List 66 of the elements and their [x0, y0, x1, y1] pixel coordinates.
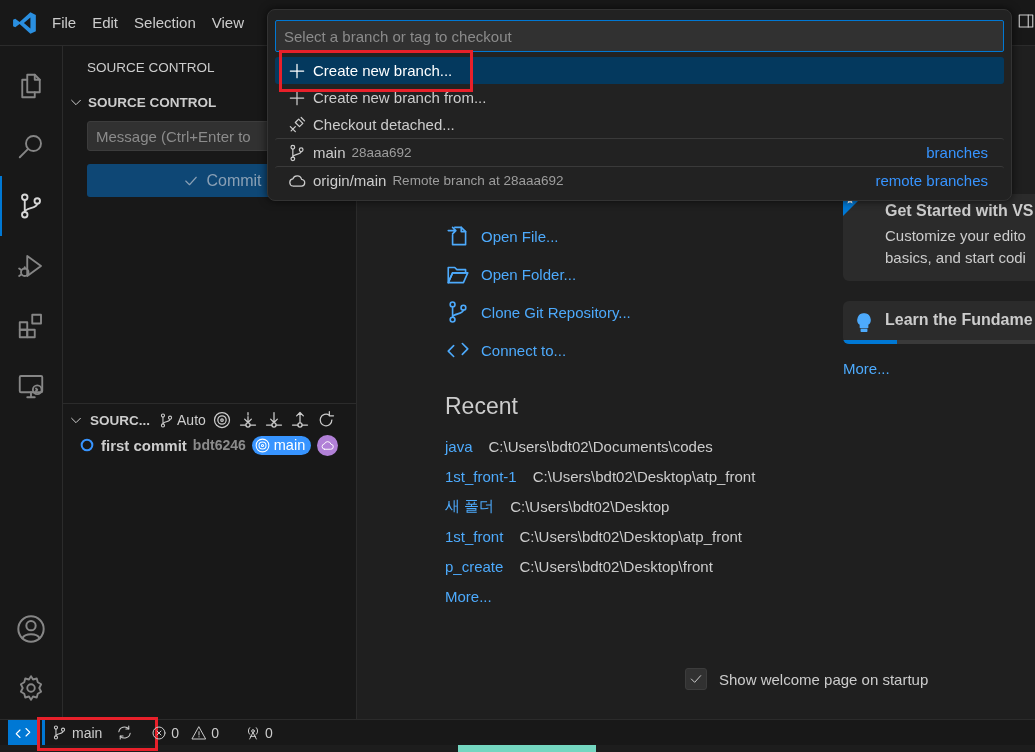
recent-link[interactable]: p_create	[445, 557, 504, 575]
commit-dot-icon	[79, 437, 95, 453]
recent-link[interactable]: 1st_front	[445, 527, 504, 545]
section-header[interactable]: SOURC...	[90, 412, 150, 428]
card-title: Get Started with VS	[885, 202, 1035, 220]
account-icon[interactable]	[15, 612, 47, 645]
group-label: branches	[926, 144, 988, 161]
checkbox[interactable]	[685, 668, 707, 690]
ports-status[interactable]: 0	[238, 720, 279, 745]
target-icon[interactable]	[211, 410, 232, 430]
branch-status[interactable]: main	[45, 720, 140, 745]
more-link[interactable]: More...	[445, 587, 492, 605]
layout-icon[interactable]	[1017, 12, 1035, 30]
quick-pick-item[interactable]: Create new branch from...	[275, 84, 1004, 111]
recent-heading: Recent	[445, 393, 519, 421]
recent-link[interactable]: 새 폴더	[445, 496, 495, 516]
recent-path: C:\Users\bdt02\Desktop\atp_front	[532, 467, 756, 485]
branch-icon	[51, 724, 68, 741]
recent-link[interactable]: 1st_front-1	[445, 467, 517, 485]
more-link[interactable]: More...	[843, 360, 890, 377]
sync-icon[interactable]	[116, 724, 134, 741]
start-link[interactable]: Open File...	[481, 227, 559, 245]
push-icon[interactable]	[289, 410, 310, 430]
branch-icon	[287, 142, 307, 163]
recent-path: C:\Users\bdt02\Desktop	[510, 497, 670, 515]
warning-icon	[191, 724, 208, 741]
item-label: Create new branch...	[313, 62, 453, 79]
recent-path: C:\Users\bdt02\Desktop\front	[519, 557, 713, 575]
recent-link[interactable]: java	[445, 437, 473, 455]
group-label: remote branches	[875, 172, 988, 189]
start-link[interactable]: Open Folder...	[481, 265, 577, 283]
card-title: Learn the Fundame	[885, 311, 1033, 329]
menu-item[interactable]: View	[203, 10, 252, 35]
target-icon	[253, 436, 271, 454]
item-detail: Remote branch at 28aaa692	[392, 173, 564, 188]
branch-icon	[158, 411, 175, 429]
app-logo-icon[interactable]	[12, 9, 38, 36]
start-link[interactable]: Connect to...	[481, 341, 567, 359]
card-description: basics, and start codi	[885, 248, 1027, 268]
quick-pick-item[interactable]: origin/main Remote branch at 28aaa692 remote branches	[275, 166, 1004, 194]
commit-author: bdt6246	[192, 437, 246, 453]
checkbox-label: Show welcome page on startup	[719, 670, 929, 688]
menu-item[interactable]: Edit	[84, 10, 127, 35]
branch-search-field[interactable]: Select a branch or tag to checkout	[275, 20, 1004, 52]
sidebar-title: SOURCE CONTROL	[87, 59, 215, 75]
pull-icon[interactable]	[263, 410, 284, 430]
item-label: Create new branch from...	[313, 89, 487, 106]
menu-item[interactable]: File	[44, 10, 85, 35]
walkthrough-card[interactable]: Get Started with VS Customize your edito basics, and start codi	[843, 194, 1035, 281]
recent-path: C:\Users\bdt02\Documents\codes	[488, 437, 713, 455]
problems-status[interactable]: 0 0	[145, 720, 225, 745]
commit-message: first commit	[101, 436, 187, 454]
quick-pick-item[interactable]: main 28aaa692 branches	[275, 138, 1004, 166]
menu-item[interactable]: Selection	[126, 10, 204, 35]
section-header[interactable]: SOURCE CONTROL	[88, 94, 217, 110]
recent-path: C:\Users\bdt02\Desktop\atp_front	[519, 527, 742, 545]
branch-filter[interactable]: Auto	[158, 411, 206, 429]
remote-button[interactable]	[8, 720, 38, 745]
branch-badge: main	[251, 435, 312, 455]
walkthrough-card[interactable]: Learn the Fundame	[843, 301, 1035, 344]
card-description: Customize your edito	[885, 226, 1027, 246]
error-icon	[151, 724, 168, 741]
plug-icon	[287, 114, 307, 135]
quick-pick-item[interactable]: Create new branch...	[275, 57, 1004, 84]
fetch-icon[interactable]	[237, 410, 258, 430]
start-link[interactable]: Clone Git Repository...	[481, 303, 631, 321]
